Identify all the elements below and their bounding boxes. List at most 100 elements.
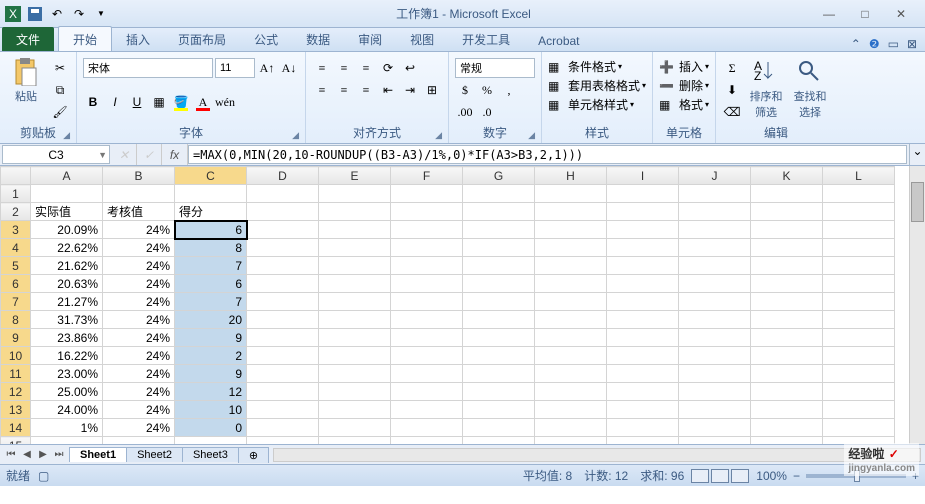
cell[interactable]: [607, 275, 679, 293]
maximize-button[interactable]: □: [853, 7, 877, 21]
cell[interactable]: 24%: [103, 329, 175, 347]
new-sheet-button[interactable]: ⊕: [238, 447, 269, 463]
row-header[interactable]: 15: [1, 437, 31, 445]
cell[interactable]: [463, 329, 535, 347]
cell[interactable]: 12: [175, 383, 247, 401]
cell[interactable]: [607, 347, 679, 365]
column-header[interactable]: G: [463, 167, 535, 185]
cell[interactable]: [319, 419, 391, 437]
cell[interactable]: [463, 275, 535, 293]
ribbon-minimize-icon[interactable]: ⌃: [851, 37, 861, 51]
redo-icon[interactable]: ↷: [70, 5, 88, 23]
clear-icon[interactable]: ⌫: [722, 102, 742, 122]
format-painter-icon[interactable]: 🖌: [50, 102, 70, 122]
percent-icon[interactable]: %: [477, 80, 497, 100]
cell[interactable]: [679, 347, 751, 365]
row-header[interactable]: 3: [1, 221, 31, 239]
phonetic-button[interactable]: wén: [215, 92, 235, 112]
row-header[interactable]: 12: [1, 383, 31, 401]
cell[interactable]: [751, 329, 823, 347]
cell[interactable]: [247, 383, 319, 401]
align-bottom-icon[interactable]: ≡: [356, 58, 376, 78]
cell[interactable]: 21.27%: [31, 293, 103, 311]
cell[interactable]: [463, 185, 535, 203]
cell[interactable]: 20: [175, 311, 247, 329]
window-restore-icon[interactable]: ▭: [888, 37, 899, 51]
cell[interactable]: [391, 329, 463, 347]
column-header[interactable]: K: [751, 167, 823, 185]
tab-page-layout[interactable]: 页面布局: [164, 27, 240, 51]
cell[interactable]: [463, 203, 535, 221]
cell[interactable]: [535, 401, 607, 419]
cell[interactable]: [103, 437, 175, 445]
cell[interactable]: [823, 203, 895, 221]
cell[interactable]: 0: [175, 419, 247, 437]
bold-button[interactable]: B: [83, 92, 103, 112]
align-top-icon[interactable]: ≡: [312, 58, 332, 78]
row-header[interactable]: 5: [1, 257, 31, 275]
cell[interactable]: [31, 185, 103, 203]
cell[interactable]: [319, 203, 391, 221]
cell[interactable]: [247, 239, 319, 257]
cell[interactable]: [751, 203, 823, 221]
cell[interactable]: 24%: [103, 221, 175, 239]
increase-decimal-icon[interactable]: .00: [455, 102, 475, 122]
page-break-view-icon[interactable]: [731, 469, 749, 483]
cell[interactable]: [463, 419, 535, 437]
cell[interactable]: 23.00%: [31, 365, 103, 383]
row-header[interactable]: 7: [1, 293, 31, 311]
orientation-icon[interactable]: ⟳: [378, 58, 398, 78]
cell[interactable]: [679, 221, 751, 239]
format-as-table-button[interactable]: ▦套用表格格式▾: [548, 77, 646, 94]
cell[interactable]: [679, 239, 751, 257]
cell[interactable]: [751, 383, 823, 401]
cell[interactable]: [247, 329, 319, 347]
cell[interactable]: [463, 293, 535, 311]
cell[interactable]: [31, 437, 103, 445]
font-name-combo[interactable]: 宋体: [83, 58, 213, 78]
row-header[interactable]: 14: [1, 419, 31, 437]
select-all-corner[interactable]: [1, 167, 31, 185]
cell[interactable]: [679, 419, 751, 437]
cell[interactable]: [679, 311, 751, 329]
cell[interactable]: 21.62%: [31, 257, 103, 275]
cell[interactable]: 24%: [103, 401, 175, 419]
decrease-decimal-icon[interactable]: .0: [477, 102, 497, 122]
cell[interactable]: [391, 185, 463, 203]
formula-input[interactable]: =MAX(0,MIN(20,10-ROUNDUP((B3-A3)/1%,0)*I…: [188, 145, 907, 164]
tab-home[interactable]: 开始: [58, 26, 112, 51]
cell[interactable]: [319, 365, 391, 383]
cell[interactable]: [319, 383, 391, 401]
cell[interactable]: [391, 293, 463, 311]
column-header[interactable]: A: [31, 167, 103, 185]
cell[interactable]: [679, 437, 751, 445]
tab-file[interactable]: 文件: [2, 27, 54, 51]
cell[interactable]: 24.00%: [31, 401, 103, 419]
normal-view-icon[interactable]: [691, 469, 709, 483]
cell[interactable]: [535, 257, 607, 275]
dialog-launcher-icon[interactable]: ◢: [435, 130, 442, 141]
cell[interactable]: [463, 401, 535, 419]
window-close-icon[interactable]: ⊠: [907, 37, 917, 51]
cell[interactable]: [823, 257, 895, 275]
cell[interactable]: 考核值: [103, 203, 175, 221]
cell[interactable]: [679, 203, 751, 221]
cell[interactable]: [823, 365, 895, 383]
cell[interactable]: 25.00%: [31, 383, 103, 401]
cell[interactable]: [247, 257, 319, 275]
row-header[interactable]: 1: [1, 185, 31, 203]
cell[interactable]: [463, 239, 535, 257]
cell[interactable]: [751, 293, 823, 311]
enter-icon[interactable]: ✓: [137, 144, 162, 165]
cell[interactable]: [607, 293, 679, 311]
tab-insert[interactable]: 插入: [112, 27, 164, 51]
column-header[interactable]: L: [823, 167, 895, 185]
cell[interactable]: 24%: [103, 311, 175, 329]
cell[interactable]: [535, 383, 607, 401]
tab-nav-prev-icon[interactable]: ◀: [20, 449, 34, 460]
cell[interactable]: [175, 437, 247, 445]
row-header[interactable]: 6: [1, 275, 31, 293]
row-header[interactable]: 9: [1, 329, 31, 347]
cell[interactable]: [607, 221, 679, 239]
row-header[interactable]: 4: [1, 239, 31, 257]
